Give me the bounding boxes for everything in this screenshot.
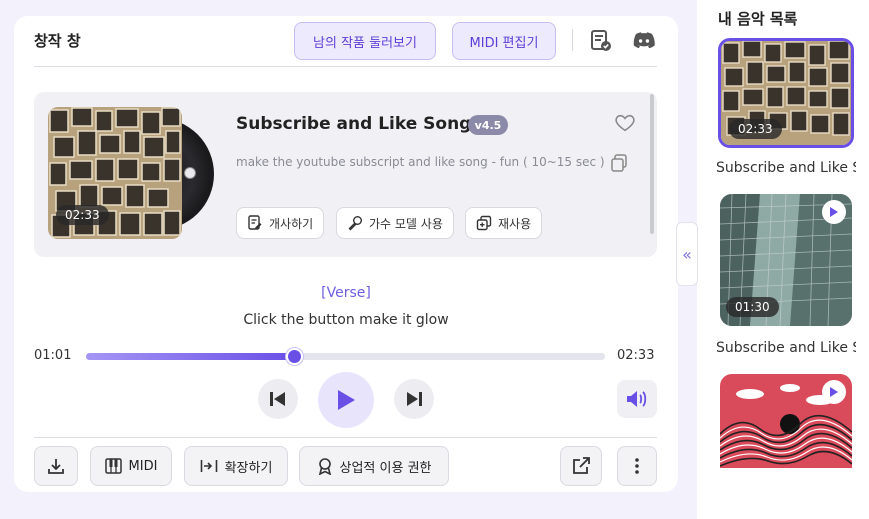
piano-icon (104, 458, 122, 474)
more-options-button[interactable] (617, 446, 657, 486)
total-time: 02:33 (617, 348, 655, 363)
music-item-thumbnail[interactable] (720, 374, 852, 468)
current-time: 01:01 (34, 348, 72, 363)
microphone-icon (348, 216, 362, 231)
reuse-button[interactable]: 재사용 (465, 207, 543, 239)
progress-knob[interactable] (285, 348, 303, 365)
rewrite-lyrics-label: 개사하기 (269, 216, 314, 231)
progress-track[interactable] (86, 348, 605, 365)
creation-panel: 창작 창 남의 작품 둘러보기 MIDI 편집기 02:33 Subscribe… (14, 16, 678, 492)
midi-label: MIDI (128, 458, 158, 474)
copy-icon[interactable] (610, 154, 628, 172)
more-vertical-icon (635, 458, 639, 474)
play-icon[interactable] (822, 380, 846, 404)
play-icon (338, 390, 355, 410)
music-item-title[interactable]: Subscribe and Like Song (716, 340, 856, 356)
midi-button[interactable]: MIDI (90, 446, 172, 486)
version-badge: v4.5 (468, 115, 508, 135)
collapse-sidebar-button[interactable]: « (676, 222, 698, 286)
song-cover[interactable]: 02:33 (48, 107, 182, 239)
share-button[interactable] (560, 446, 602, 486)
heart-icon[interactable] (614, 112, 636, 134)
footer-divider (34, 437, 657, 438)
reuse-icon (476, 215, 492, 231)
header-separator (572, 29, 573, 51)
extend-button[interactable]: 확장하기 (184, 446, 288, 486)
music-item-thumbnail[interactable]: 01:30 (720, 194, 852, 326)
previous-button[interactable] (258, 379, 298, 419)
song-title: Subscribe and Like Song (236, 114, 472, 134)
play-button[interactable] (318, 372, 374, 428)
skip-back-icon (270, 392, 285, 406)
reuse-label: 재사용 (498, 216, 532, 231)
music-item-duration: 01:30 (726, 297, 779, 317)
award-icon (318, 458, 331, 475)
use-singer-model-button[interactable]: 가수 모델 사용 (336, 207, 454, 239)
card-scrollbar[interactable] (650, 94, 654, 234)
lyric-section: [Verse] (321, 285, 371, 301)
task-list-icon[interactable] (588, 28, 614, 54)
progress-fill (86, 353, 294, 360)
extend-icon (200, 460, 217, 472)
cover-duration: 02:33 (56, 205, 109, 225)
browse-others-button[interactable]: 남의 작품 둘러보기 (294, 22, 436, 60)
lyric-line: Click the button make it glow (243, 312, 449, 328)
rewrite-lyrics-button[interactable]: 개사하기 (236, 207, 325, 239)
play-icon[interactable] (822, 200, 846, 224)
extend-label: 확장하기 (224, 460, 273, 476)
commercial-rights-label: 상업적 이용 권한 (339, 460, 432, 476)
download-icon (48, 459, 64, 474)
song-prompt: make the youtube subscript and like song… (236, 155, 605, 169)
discord-icon[interactable] (631, 28, 657, 54)
use-singer-model-label: 가수 모델 사용 (369, 216, 443, 231)
external-link-icon (573, 457, 590, 474)
edit-lyrics-icon (248, 215, 262, 230)
panel-title: 창작 창 (34, 32, 81, 50)
skip-forward-icon (407, 392, 422, 406)
music-item-thumbnail[interactable]: 02:33 (718, 38, 854, 148)
double-chevron-left-icon: « (682, 244, 692, 264)
commercial-rights-button[interactable]: 상업적 이용 권한 (299, 446, 449, 486)
volume-button[interactable] (617, 380, 657, 418)
song-card: 02:33 Subscribe and Like Song v4.5 make … (34, 92, 657, 257)
next-button[interactable] (394, 379, 434, 419)
music-item-title[interactable]: Subscribe and Like Song (716, 160, 856, 176)
music-item-duration: 02:33 (729, 119, 782, 139)
midi-editor-button[interactable]: MIDI 편집기 (452, 22, 556, 60)
header-divider (34, 66, 657, 67)
my-music-list-title: 내 음악 목록 (718, 10, 798, 28)
vinyl-hole (184, 167, 196, 179)
volume-icon (627, 391, 647, 407)
download-button[interactable] (34, 446, 78, 486)
